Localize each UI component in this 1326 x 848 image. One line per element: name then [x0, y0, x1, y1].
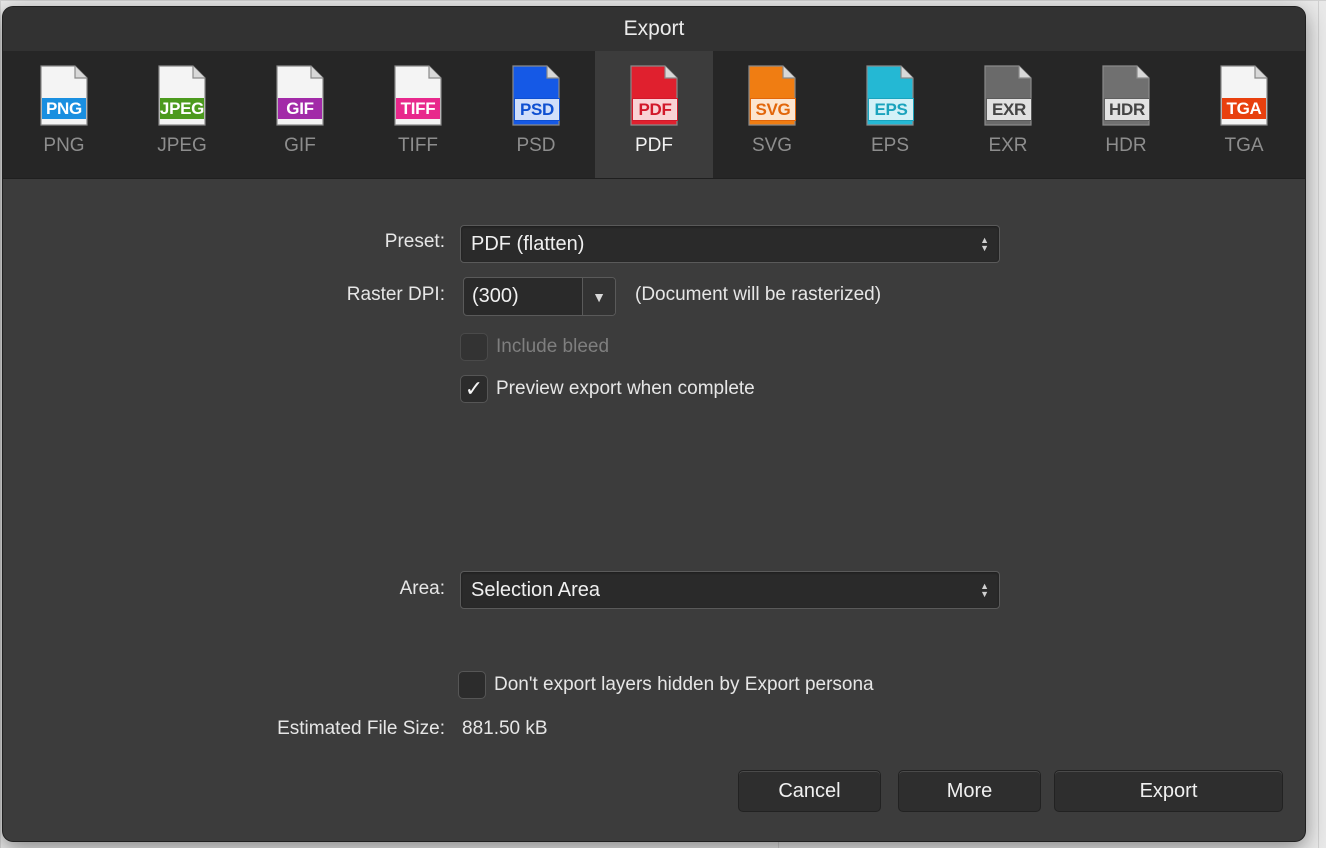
preset-select[interactable]: PDF (flatten) ▲ ▼	[460, 225, 1000, 263]
tab-label-jpeg: JPEG	[157, 135, 207, 156]
include-bleed-checkbox[interactable]	[460, 333, 488, 361]
pdf-file-icon: PDF	[629, 65, 679, 127]
tab-gif[interactable]: GIF GIF	[241, 51, 359, 178]
updown-arrows-icon: ▲ ▼	[980, 235, 989, 253]
gif-badge: GIF	[278, 98, 322, 119]
tab-label-psd: PSD	[516, 135, 556, 156]
chevron-down-icon[interactable]: ▼	[582, 278, 615, 315]
svg-file-icon: SVG	[747, 65, 797, 127]
psd-badge: PSD	[514, 98, 560, 121]
area-select[interactable]: Selection Area ▲ ▼	[460, 571, 1000, 609]
dialog-titlebar: Export	[3, 7, 1305, 51]
tab-eps[interactable]: EPS EPS	[831, 51, 949, 178]
more-button[interactable]: More	[898, 770, 1041, 812]
raster-dpi-value[interactable]: (300)	[464, 278, 582, 315]
tab-svg[interactable]: SVG SVG	[713, 51, 831, 178]
tab-pdf[interactable]: PDF PDF	[595, 51, 713, 178]
area-value: Selection Area	[471, 578, 600, 601]
cancel-button[interactable]: Cancel	[738, 770, 881, 812]
preset-label: Preset:	[384, 231, 445, 252]
file-size-label: Estimated File Size:	[277, 718, 445, 739]
tab-tga[interactable]: TGA TGA	[1185, 51, 1303, 178]
tab-label-exr: EXR	[988, 135, 1028, 156]
tab-label-tga: TGA	[1224, 135, 1264, 156]
format-tabs: PNG PNG JPEG JPEG GIF GIF TIFF TIFF PSD PSD PDF PDF…	[3, 51, 1305, 179]
tab-label-svg: SVG	[751, 135, 793, 156]
tab-label-tiff: TIFF	[397, 135, 439, 156]
include-bleed-label: Include bleed	[496, 336, 610, 357]
tab-label-eps: EPS	[870, 135, 910, 156]
tab-psd[interactable]: PSD PSD	[477, 51, 595, 178]
export-button[interactable]: Export	[1054, 770, 1283, 812]
tiff-badge: TIFF	[396, 98, 440, 119]
jpeg-file-icon: JPEG	[157, 65, 207, 127]
exr-file-icon: EXR	[983, 65, 1033, 127]
hidden-layers-checkbox[interactable]	[458, 671, 486, 699]
eps-file-icon: EPS	[865, 65, 915, 127]
preview-export-checkbox[interactable]: ✓	[460, 375, 488, 403]
rasterize-note: (Document will be rasterized)	[635, 284, 882, 305]
pdf-badge: PDF	[632, 98, 678, 121]
area-label: Area:	[399, 578, 445, 599]
export-dialog: Export PNG PNG JPEG JPEG GIF GIF TIFF TIFF PSD PS…	[3, 7, 1305, 841]
gif-file-icon: GIF	[275, 65, 325, 127]
dialog-title: Export	[623, 17, 685, 40]
updown-arrows-icon: ▲ ▼	[980, 581, 989, 599]
raster-dpi-combo[interactable]: (300) ▼	[463, 277, 616, 316]
png-file-icon: PNG	[39, 65, 89, 127]
raster-dpi-label: Raster DPI:	[346, 284, 445, 305]
hdr-file-icon: HDR	[1101, 65, 1151, 127]
tab-exr[interactable]: EXR EXR	[949, 51, 1067, 178]
file-size-value: 881.50 kB	[462, 718, 548, 739]
eps-badge: EPS	[868, 98, 914, 121]
tab-label-png: PNG	[43, 135, 85, 156]
tab-label-pdf: PDF	[635, 135, 673, 156]
checkmark-icon: ✓	[464, 376, 484, 401]
preview-export-label: Preview export when complete	[496, 378, 755, 399]
tab-label-hdr: HDR	[1105, 135, 1147, 156]
tab-label-gif: GIF	[284, 135, 316, 156]
svg-badge: SVG	[750, 98, 796, 121]
tab-hdr[interactable]: HDR HDR	[1067, 51, 1185, 178]
tga-file-icon: TGA	[1219, 65, 1269, 127]
jpeg-badge: JPEG	[159, 98, 205, 119]
hdr-badge: HDR	[1104, 98, 1150, 121]
tab-tiff[interactable]: TIFF TIFF	[359, 51, 477, 178]
hidden-layers-label: Don't export layers hidden by Export per…	[494, 674, 874, 695]
preset-value: PDF (flatten)	[471, 232, 585, 255]
png-badge: PNG	[42, 98, 86, 119]
tiff-file-icon: TIFF	[393, 65, 443, 127]
psd-file-icon: PSD	[511, 65, 561, 127]
tab-png[interactable]: PNG PNG	[5, 51, 123, 178]
tab-jpeg[interactable]: JPEG JPEG	[123, 51, 241, 178]
tga-badge: TGA	[1222, 98, 1266, 119]
exr-badge: EXR	[986, 98, 1032, 121]
